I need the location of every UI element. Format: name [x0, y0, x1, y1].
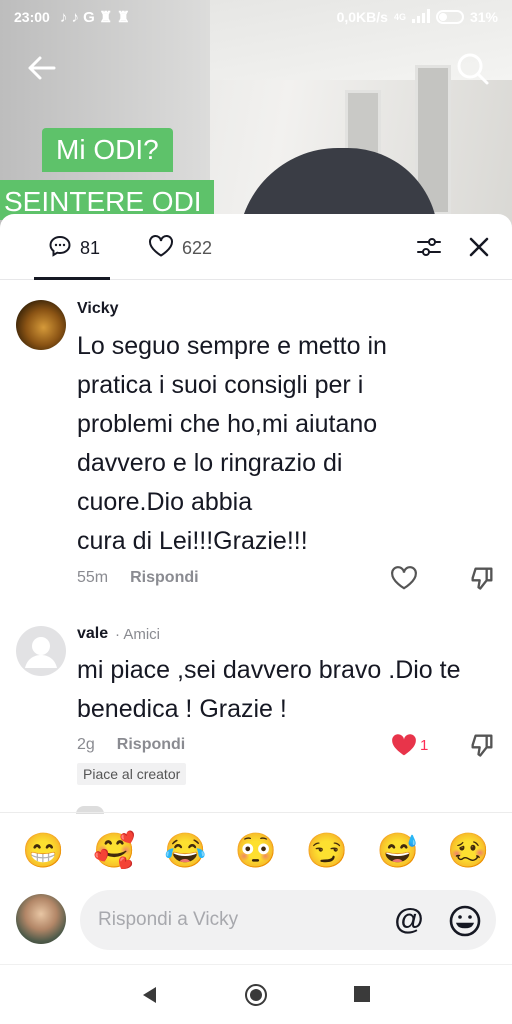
top-nav [0, 42, 512, 96]
comment-text: Lo seguo sempre e metto in pratica i suo… [77, 332, 387, 555]
panel-header: 81 622 [0, 214, 512, 280]
tab-likes[interactable]: 622 [148, 234, 212, 263]
likes-count: 622 [182, 238, 213, 258]
emoji-joy[interactable]: 😂 [164, 826, 206, 876]
reply-button[interactable]: Rispondi [117, 736, 185, 754]
search-icon[interactable] [454, 50, 490, 86]
notification-icons: ♪ ♪ G ♜ ♜ [59, 9, 131, 26]
nav-recent-icon[interactable] [354, 986, 370, 1002]
back-arrow-icon[interactable] [24, 50, 60, 86]
comment-time: 55m [77, 569, 109, 586]
network-type: 4G [393, 12, 406, 22]
avatar[interactable] [16, 300, 66, 350]
avatar[interactable] [16, 626, 66, 676]
emoji-hearts[interactable]: 🥰 [93, 826, 135, 876]
network-speed: 0,0KB/s [336, 9, 388, 25]
comment-bubble-icon [48, 234, 72, 263]
comment-time: 2g [77, 736, 95, 753]
signal-icon [411, 8, 430, 26]
reply-button[interactable]: Rispondi [130, 569, 198, 587]
comment-text: mi piace ,sei davvero bravo .Dio te bene… [77, 656, 461, 723]
reply-bar: @ [0, 886, 512, 958]
comment-username[interactable]: Vicky [77, 300, 119, 318]
my-avatar [16, 894, 66, 944]
nav-back-icon[interactable] [140, 985, 158, 1005]
comments-count: 81 [80, 238, 101, 258]
mention-button[interactable]: @ [392, 904, 426, 938]
creator-liked-badge: Piace al creator [77, 763, 187, 785]
battery-icon [435, 10, 464, 24]
tab-comments[interactable]: 81 [48, 234, 100, 263]
emoji-flushed[interactable]: 😳 [235, 826, 277, 876]
emoji-sweat-smile[interactable]: 😅 [376, 826, 418, 876]
friends-tag: · Amici [115, 626, 160, 643]
comment-meta: 2g Rispondi [77, 736, 185, 754]
divider [0, 812, 512, 813]
status-time: 23:00 [14, 9, 50, 25]
comment-meta: 55m Rispondi [77, 569, 199, 587]
emoji-picker-icon[interactable] [448, 904, 482, 938]
close-icon[interactable] [466, 234, 492, 260]
thumbs-down-icon[interactable] [468, 564, 496, 592]
overlay-line-1: Mi ODI? [42, 128, 173, 172]
thumbs-down-icon[interactable] [468, 731, 496, 759]
active-tab-indicator [34, 277, 110, 280]
emoji-smirk[interactable]: 😏 [306, 826, 348, 876]
reply-input[interactable] [80, 890, 496, 950]
heart-outline-icon [148, 234, 174, 263]
comment-username[interactable]: vale [77, 625, 108, 643]
system-nav-bar [0, 964, 512, 1024]
emoji-grin[interactable]: 😁 [22, 826, 64, 876]
emoji-quick-bar: 😁 🥰 😂 😳 😏 😅 🥴 [0, 826, 512, 876]
status-bar: 23:00 ♪ ♪ G ♜ ♜ 0,0KB/s 4G 31% [0, 0, 512, 34]
like-count: 1 [420, 737, 429, 754]
heart-outline-icon[interactable] [390, 564, 418, 592]
battery-percent: 31% [469, 9, 498, 25]
heart-filled-icon[interactable] [390, 731, 418, 759]
nav-home-icon[interactable] [244, 983, 268, 1007]
filter-sliders-icon[interactable] [416, 234, 442, 260]
emoji-woozy[interactable]: 🥴 [447, 826, 489, 876]
